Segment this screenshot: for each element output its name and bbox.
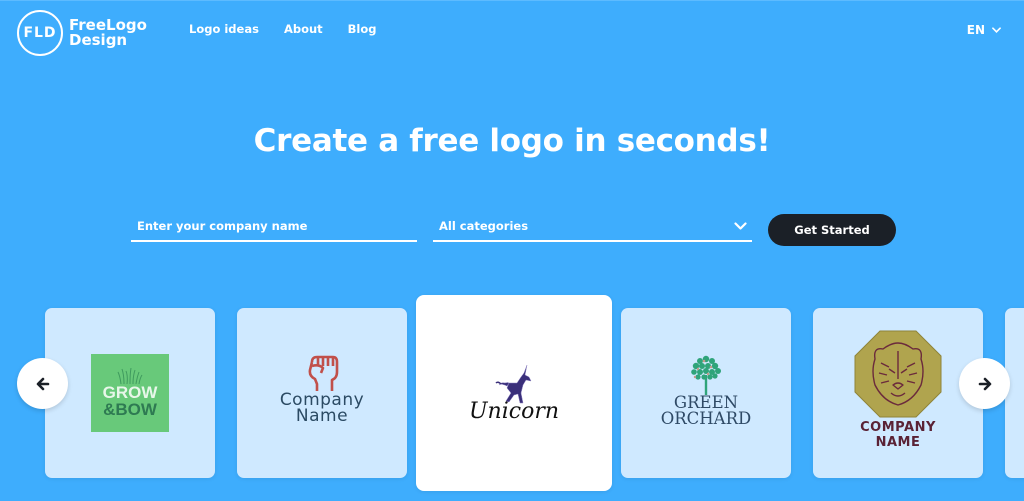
nav-about[interactable]: About [284, 22, 323, 36]
arrow-right-icon [978, 377, 991, 390]
logo-card-fist-company[interactable]: Company Name [237, 308, 407, 478]
logo-card-green-orchard[interactable]: GREEN ORCHARD [621, 308, 791, 478]
logo-card-unicorn[interactable]: Unicorn [416, 295, 612, 491]
tiger-icon [854, 330, 942, 418]
chevron-down-icon [992, 27, 1001, 33]
logo-text-line-1: COMPANY [860, 420, 936, 435]
logo-grow-and-bow: GROW &BOW [91, 354, 169, 432]
category-selected-value: All categories [439, 218, 529, 233]
logo-tiger-company: COMPANY NAME [853, 329, 943, 449]
tree-icon [691, 355, 721, 395]
category-select[interactable]: All categories [433, 215, 752, 242]
search-form: All categories Get Started [131, 214, 896, 246]
chevron-down-icon [734, 221, 747, 230]
carousel-next-button[interactable] [959, 358, 1010, 409]
logo-fist-company: Company Name [280, 354, 364, 426]
logo-text-line-1: GROW [102, 383, 158, 402]
grass-icon [117, 368, 143, 384]
main-nav: Logo ideas About Blog [189, 22, 402, 36]
carousel-prev-button[interactable] [17, 358, 68, 409]
language-label: EN [966, 23, 985, 37]
logo-green-orchard: GREEN ORCHARD [660, 355, 752, 428]
logo-text-line-2: Name [295, 406, 349, 426]
logo-line-2: Design [69, 31, 128, 49]
logo-card-grow-and-bow[interactable]: GROW &BOW [45, 308, 215, 478]
logo-mark: FLD [17, 10, 63, 56]
logo-text: Unicorn [469, 399, 559, 424]
logo-wordmark: FreeLogo Design [69, 18, 147, 48]
nav-logo-ideas[interactable]: Logo ideas [189, 22, 259, 36]
nav-blog[interactable]: Blog [348, 22, 377, 36]
logo-text-line-2: &BOW [103, 400, 157, 419]
logo-text-line-2: NAME [875, 435, 921, 450]
company-name-input[interactable] [131, 215, 417, 242]
logo-text-line-2: ORCHARD [660, 409, 752, 428]
arrow-left-icon [36, 377, 49, 390]
fist-icon [308, 355, 339, 391]
language-selector[interactable]: EN [967, 23, 1001, 37]
hero-title: Create a free logo in seconds! [253, 123, 771, 159]
site-logo[interactable]: FLD FreeLogo Design [17, 10, 147, 56]
logo-card-tiger-company[interactable]: COMPANY NAME [813, 308, 983, 478]
get-started-button[interactable]: Get Started [768, 214, 896, 246]
logo-unicorn: Unicorn [469, 363, 559, 423]
